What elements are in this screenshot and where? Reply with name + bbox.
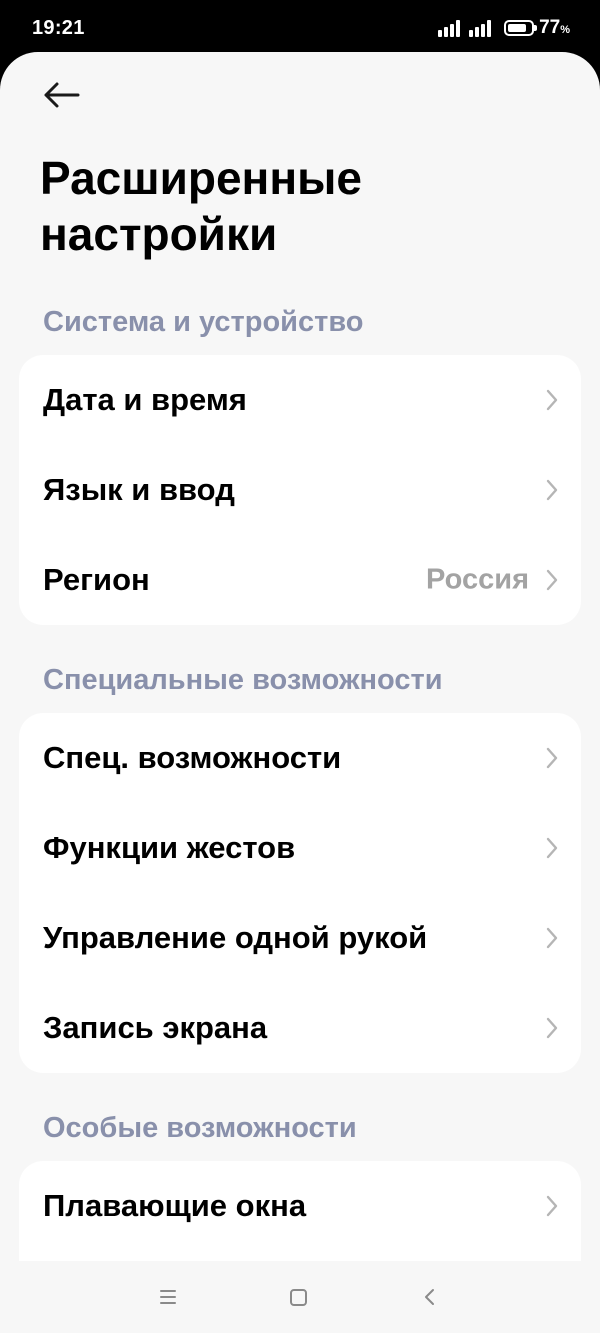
- status-icons: 77%: [438, 16, 570, 40]
- back-icon: [425, 1289, 434, 1305]
- region-value: Россия: [426, 563, 529, 596]
- card-accessibility: Спец. возможности Функции жестов Управле…: [19, 713, 581, 1073]
- list-item-label: Функции жестов: [43, 830, 296, 865]
- list-item-label: Управление одной рукой: [43, 920, 428, 955]
- chevron-right-icon: [546, 1195, 558, 1217]
- chevron-right-icon: [546, 837, 558, 859]
- menu-button[interactable]: [154, 1285, 182, 1309]
- section-header-special: Особые возможности: [43, 1112, 357, 1144]
- list-item-screen-recording[interactable]: Запись экрана: [19, 983, 581, 1073]
- menu-icon: [160, 1290, 176, 1304]
- navigation-bar: [0, 1261, 600, 1333]
- home-icon: [290, 1289, 307, 1306]
- list-item-language-input[interactable]: Язык и ввод: [19, 445, 581, 535]
- signal-icon: [469, 19, 493, 37]
- list-item-one-handed[interactable]: Управление одной рукой: [19, 893, 581, 983]
- section-header-system: Система и устройство: [43, 306, 364, 338]
- chevron-right-icon: [546, 569, 558, 591]
- chevron-right-icon: [546, 747, 558, 769]
- battery-icon: [504, 20, 538, 36]
- list-item-label: Запись экрана: [43, 1010, 268, 1045]
- list-item-gestures[interactable]: Функции жестов: [19, 803, 581, 893]
- chevron-right-icon: [546, 927, 558, 949]
- list-item-label: Дата и время: [43, 382, 247, 417]
- list-item-floating-windows[interactable]: Плавающие окна: [19, 1161, 581, 1251]
- settings-screen: Расширенные настройки Система и устройст…: [0, 52, 600, 1333]
- page-title: Расширенные настройки: [40, 152, 362, 260]
- list-item-label: Плавающие окна: [43, 1188, 307, 1223]
- signal-icon: [438, 19, 462, 37]
- chevron-right-icon: [546, 1017, 558, 1039]
- home-button[interactable]: [285, 1285, 313, 1309]
- list-item-region[interactable]: Регион Россия: [19, 535, 581, 625]
- list-item-label: Язык и ввод: [43, 472, 235, 507]
- back-button[interactable]: [40, 78, 84, 112]
- nav-back-button[interactable]: [417, 1285, 445, 1309]
- status-bar: 19:21 77%: [0, 0, 600, 52]
- battery-percent: 77%: [539, 17, 570, 38]
- section-header-accessibility: Специальные возможности: [43, 664, 443, 696]
- list-item-accessibility[interactable]: Спец. возможности: [19, 713, 581, 803]
- status-time: 19:21: [32, 17, 85, 39]
- chevron-right-icon: [546, 479, 558, 501]
- chevron-right-icon: [546, 389, 558, 411]
- list-item-label: Спец. возможности: [43, 740, 342, 775]
- list-item-date-time[interactable]: Дата и время: [19, 355, 581, 445]
- arrow-left-icon: [44, 82, 80, 108]
- card-system: Дата и время Язык и ввод Регион Россия: [19, 355, 581, 625]
- list-item-label: Регион: [43, 562, 150, 597]
